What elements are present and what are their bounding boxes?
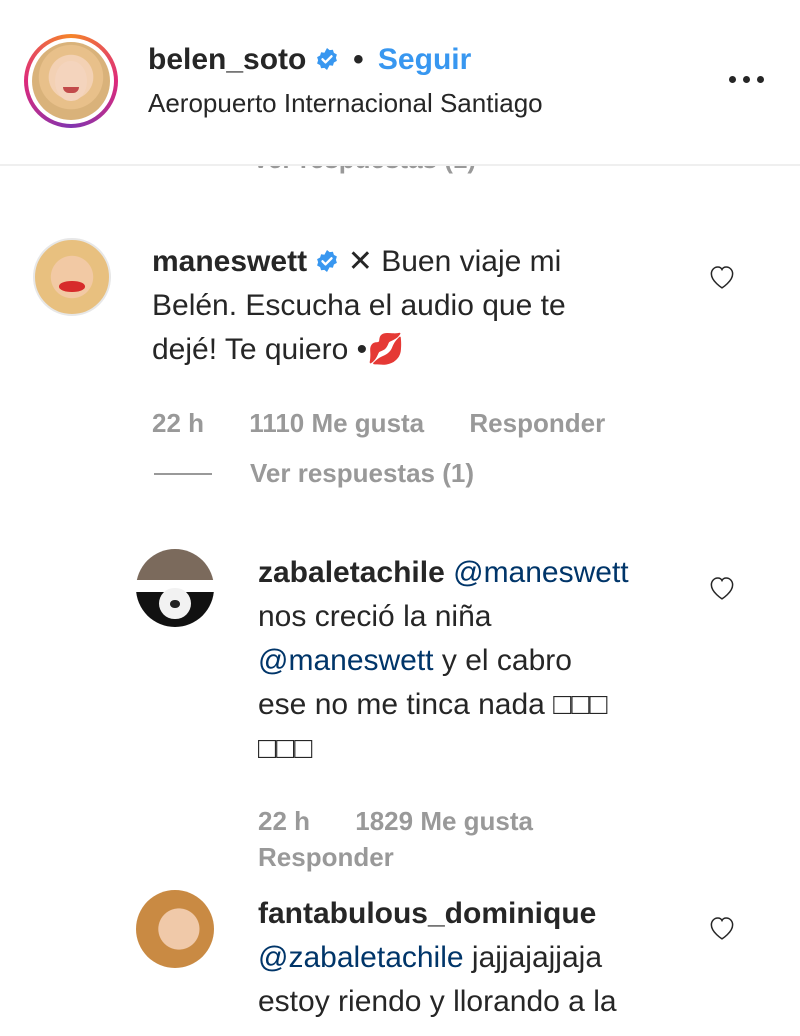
comment-fantabulous-dominique: fantabulous_dominique @zabaletachile jaj… (258, 892, 688, 1024)
comment-body: nos creció la niña (258, 600, 492, 633)
comment-body: estoy riendo y llorando a la (258, 985, 617, 1018)
reply-button[interactable]: Responder (258, 842, 394, 873)
post-header: belen_soto • Seguir Aeropuerto Internaci… (0, 0, 800, 166)
comment-body: ese no me tinca nada □□□ (258, 688, 608, 721)
comment-body: Belén. Escucha el audio que te (152, 289, 566, 322)
comment-username[interactable]: fantabulous_dominique (258, 897, 596, 930)
follow-button[interactable]: Seguir (378, 43, 471, 76)
more-horizontal-icon[interactable] (727, 70, 767, 90)
mention-link[interactable]: @maneswett (453, 556, 629, 589)
comment-maneswett: maneswett ✕ Buen viaje mi Belén. Escucha… (152, 240, 682, 372)
story-ring[interactable] (24, 34, 118, 128)
mention-link[interactable]: @maneswett (258, 644, 434, 677)
header-user-line: belen_soto • Seguir (148, 43, 471, 77)
like-heart-icon[interactable] (707, 262, 737, 290)
comment-time[interactable]: 22 h (258, 806, 310, 836)
comment-text: maneswett ✕ Buen viaje mi Belén. Escucha… (152, 240, 682, 372)
location-link[interactable]: Aeropuerto Internacional Santiago (148, 88, 543, 119)
avatar (32, 42, 110, 120)
like-heart-icon[interactable] (707, 913, 737, 941)
comment-meta: 22 h 1829 Me gusta (258, 806, 571, 837)
comment-body: y el cabro (441, 644, 572, 677)
avatar[interactable] (136, 549, 214, 627)
comment-body: ✕ Buen viaje mi (347, 245, 562, 278)
comment-username[interactable]: zabaletachile (258, 556, 445, 589)
comment-likes[interactable]: 1829 Me gusta (355, 806, 533, 836)
comment-likes[interactable]: 1110 Me gusta (249, 408, 424, 438)
comment-meta: 22 h 1110 Me gusta Responder (152, 408, 643, 439)
comment-body: □□□ (258, 732, 313, 765)
verified-badge-icon (317, 250, 338, 272)
comment-time[interactable]: 22 h (152, 408, 204, 438)
comment-body: dejé! Te quiero •💋 (152, 333, 405, 366)
comment-text: zabaletachile @maneswett nos creció la n… (258, 551, 688, 771)
like-heart-icon[interactable] (707, 573, 737, 601)
mention-link[interactable]: @zabaletachile (258, 941, 464, 974)
reply-button[interactable]: Responder (469, 408, 605, 438)
comment-zabaletachile: zabaletachile @maneswett nos creció la n… (258, 551, 688, 771)
comment-username[interactable]: maneswett (152, 245, 307, 278)
separator-dot: • (353, 43, 364, 76)
comment-body: jajjajajjaja (471, 941, 602, 974)
avatar[interactable] (136, 890, 214, 968)
avatar[interactable] (33, 238, 111, 316)
replies-divider (154, 473, 212, 475)
header-username[interactable]: belen_soto (148, 43, 306, 76)
comment-text: fantabulous_dominique @zabaletachile jaj… (258, 892, 688, 1024)
verified-badge-icon (316, 48, 337, 70)
view-replies-button[interactable]: Ver respuestas (1) (250, 458, 474, 489)
